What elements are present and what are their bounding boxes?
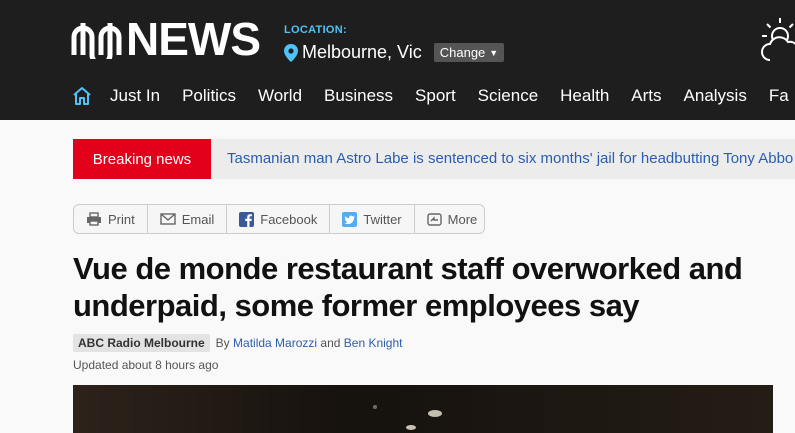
- print-icon: [87, 212, 101, 226]
- breaking-news-bar: Breaking news Tasmanian man Astro Labe i…: [73, 139, 795, 179]
- more-icon: [426, 212, 442, 226]
- change-label: Change: [439, 45, 486, 60]
- location-row: Melbourne, Vic Change ▼: [284, 42, 505, 63]
- article-headline: Vue de monde restaurant staff overworked…: [73, 251, 743, 323]
- facebook-icon: [239, 211, 255, 227]
- caret-down-icon: ▼: [489, 47, 499, 58]
- nav-item-fact-check[interactable]: Fa: [769, 86, 789, 106]
- twitter-icon: [342, 211, 358, 227]
- byline-and: and: [320, 336, 341, 350]
- site-header: NEWS LOCATION: Melbourne, Vic Change ▼ J…: [0, 0, 795, 120]
- email-button[interactable]: Email: [148, 205, 228, 233]
- abc-news-logo[interactable]: NEWS: [70, 13, 261, 65]
- breaking-news-link[interactable]: Tasmanian man Astro Labe is sentenced to…: [227, 139, 795, 179]
- nav-item-sport[interactable]: Sport: [415, 86, 456, 106]
- twitter-button[interactable]: Twitter: [330, 205, 415, 233]
- location-pin-icon: [284, 43, 298, 62]
- article-byline: ABC Radio Melbourne By Matilda Marozzi a…: [73, 334, 403, 352]
- main-nav: Just In Politics World Business Sport Sc…: [72, 84, 795, 108]
- twitter-label: Twitter: [363, 211, 402, 227]
- email-icon: [160, 213, 176, 225]
- source-badge[interactable]: ABC Radio Melbourne: [73, 334, 210, 352]
- location-city: Melbourne, Vic: [302, 42, 422, 62]
- email-label: Email: [181, 211, 215, 227]
- nav-item-world[interactable]: World: [258, 86, 302, 106]
- facebook-label: Facebook: [260, 211, 318, 227]
- nav-item-business[interactable]: Business: [324, 86, 393, 106]
- logo-text: NEWS: [126, 13, 261, 65]
- nav-item-just-in[interactable]: Just In: [110, 86, 160, 106]
- weather-partly-cloudy-icon[interactable]: [758, 8, 795, 64]
- print-button[interactable]: Print: [74, 205, 148, 233]
- share-toolbar: Print Email Facebook Twitter More: [73, 204, 485, 234]
- nav-item-politics[interactable]: Politics: [182, 86, 236, 106]
- change-location-button[interactable]: Change ▼: [433, 43, 505, 62]
- hero-image: [73, 385, 773, 433]
- nav-item-analysis[interactable]: Analysis: [684, 86, 747, 106]
- nav-item-health[interactable]: Health: [560, 86, 609, 106]
- breaking-news-label: Breaking news: [73, 139, 211, 179]
- more-button[interactable]: More: [415, 205, 490, 233]
- author-link[interactable]: Matilda Marozzi: [233, 336, 317, 350]
- location-label: LOCATION:: [284, 24, 347, 36]
- author-link[interactable]: Ben Knight: [344, 336, 403, 350]
- more-label: More: [447, 211, 478, 227]
- nav-item-arts[interactable]: Arts: [631, 86, 661, 106]
- print-label: Print: [108, 211, 135, 227]
- nav-item-science[interactable]: Science: [478, 86, 538, 106]
- facebook-button[interactable]: Facebook: [227, 205, 331, 233]
- byline-by: By: [215, 336, 230, 350]
- updated-timestamp: Updated about 8 hours ago: [73, 358, 219, 372]
- abc-logo-icon: [71, 23, 122, 59]
- home-icon[interactable]: [72, 86, 92, 106]
